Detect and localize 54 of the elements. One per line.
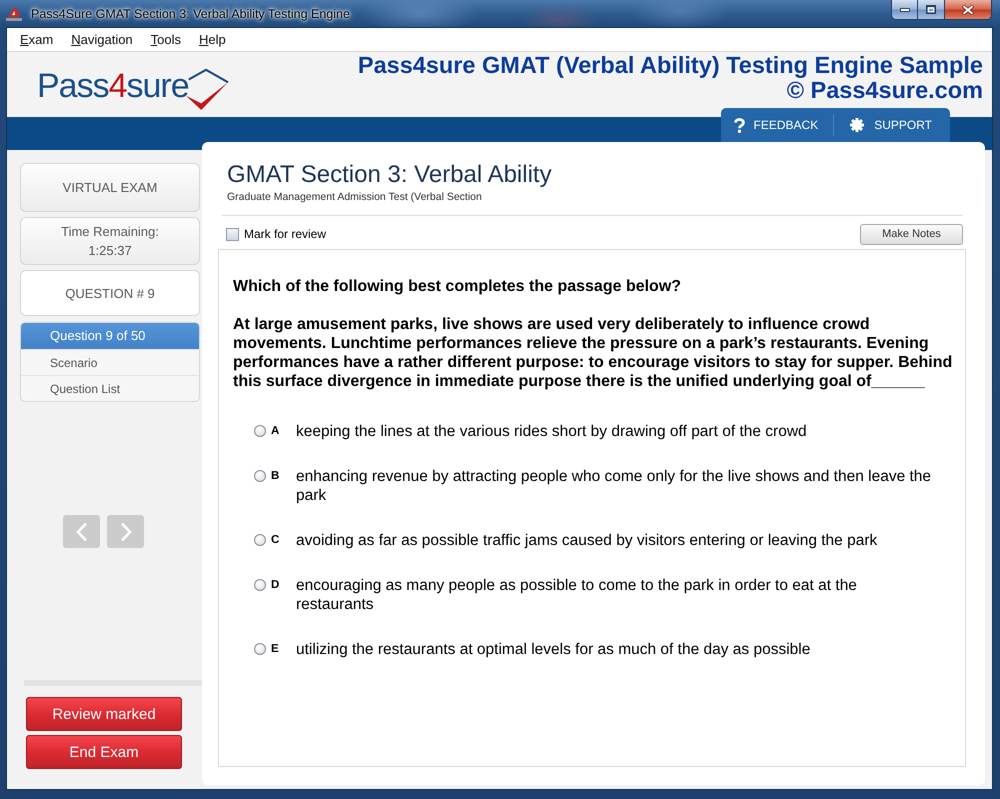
nav-item[interactable]: Question List [21, 375, 199, 401]
review-marked-button[interactable]: Review marked [26, 697, 182, 731]
minimize-icon [900, 8, 910, 12]
top-link[interactable]: SUPPORT [834, 108, 950, 142]
radio-button[interactable] [254, 425, 266, 437]
chevron-left-icon [76, 522, 88, 542]
option-text: utilizing the restaurants at optimal levels for as much of the day as possible [296, 640, 810, 659]
close-button[interactable] [945, 0, 991, 19]
radio-button[interactable] [254, 470, 266, 482]
option-text: enhancing revenue by attracting people who come only for the live shows and then leave the park [296, 467, 932, 505]
menu-item[interactable]: Help [192, 30, 233, 49]
window-title: Pass4Sure GMAT Section 3: Verbal Ability Testing Engine [31, 7, 350, 21]
app-logo-icon [6, 6, 22, 22]
option-text: avoiding as far as possible traffic jams caused by visitors entering or leaving the park [296, 531, 878, 550]
make-notes-button[interactable]: Make Notes [860, 224, 963, 244]
section-title: GMAT Section 3: Verbal Ability [227, 161, 552, 189]
close-icon [962, 4, 974, 14]
next-button[interactable] [107, 515, 144, 548]
minimize-button[interactable] [892, 0, 918, 19]
nav-item[interactable]: Question 9 of 50 [21, 323, 199, 349]
copyright-text: © Pass4sure.com [786, 78, 983, 103]
option-letter: C [271, 533, 280, 548]
logo-text: Pass4sure [37, 66, 189, 106]
maximize-button[interactable] [918, 0, 945, 19]
app-heading: Pass4sure GMAT (Verbal Ability) Testing Engine Sample [358, 53, 983, 78]
radio-button[interactable] [254, 579, 266, 591]
nav-item[interactable]: Scenario [21, 349, 199, 375]
option-letter: D [271, 578, 280, 593]
question-number-label: QUESTION # 9 [20, 270, 200, 316]
option-letter: E [271, 642, 280, 657]
option-text: keeping the lines at the various rides short by drawing off part of the crowd [296, 422, 807, 441]
chevron-right-icon [120, 522, 132, 542]
gear-icon [850, 118, 864, 132]
menu-item[interactable]: Navigation [64, 30, 140, 49]
radio-button[interactable] [254, 643, 266, 655]
previous-button[interactable] [63, 515, 100, 548]
menu-item[interactable]: Tools [144, 30, 188, 49]
timer-label: Time Remaining: [61, 223, 159, 241]
timer-value: 1:25:37 [88, 242, 132, 260]
end-exam-button[interactable]: End Exam [26, 735, 182, 769]
radio-button[interactable] [254, 534, 266, 546]
option-letter: A [271, 424, 280, 439]
option-text: encouraging as many people as possible to come to the park in order to eat at the restaurants [296, 576, 858, 614]
checkbox-label[interactable]: Mark for review [244, 227, 326, 241]
question-prompt: Which of the following best completes the passage below? [233, 277, 682, 296]
checkbox[interactable] [226, 228, 239, 240]
exam-mode-label: VIRTUAL EXAM [20, 163, 200, 212]
help-icon [734, 118, 745, 132]
menu-item[interactable]: Exam [13, 30, 60, 49]
question-passage: At large amusement parks, live shows are used very deliberately to influence crowd movements. Lunchtime performances relieve the pressure on a park’s restaurants. Evening performances have a rather different purpose: to encourage visitors to stay for supper. Behind this surface divergence in immediate purpose there is the unified underlying goal of______ [233, 315, 953, 391]
section-subtitle: Graduate Management Admission Test (Verbal Section [227, 191, 482, 204]
maximize-icon [926, 5, 936, 14]
option-letter: B [271, 469, 280, 484]
top-link[interactable]: FEEDBACK [720, 108, 834, 142]
